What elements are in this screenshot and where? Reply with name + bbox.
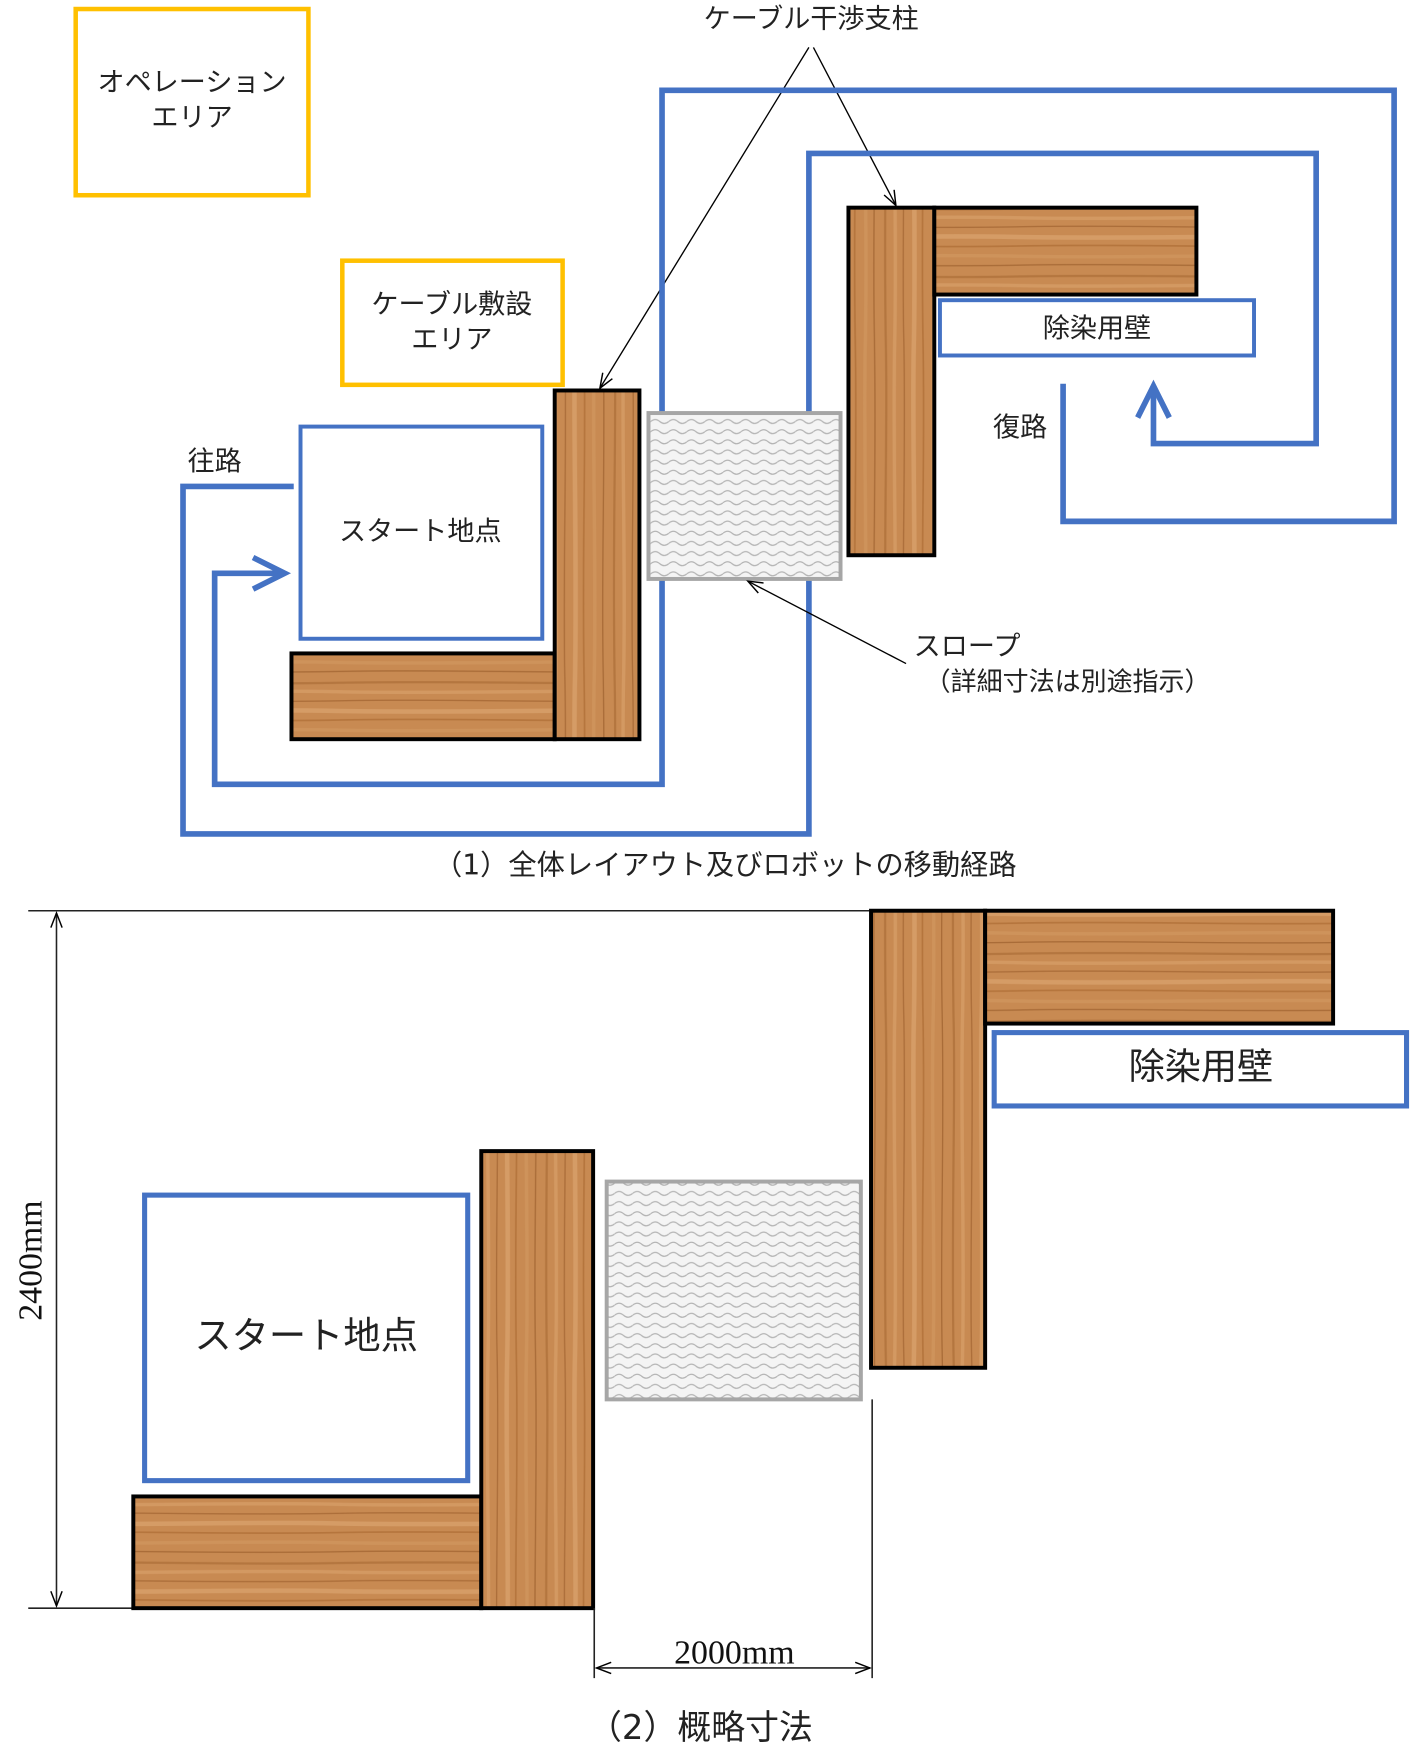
outbound-route-label: 往路 bbox=[188, 447, 242, 478]
start-point-label: スタート地点 bbox=[194, 1314, 418, 1358]
decon-wall: 除染用壁 bbox=[991, 1030, 1410, 1109]
slope-label-line1: スロープ bbox=[914, 632, 1021, 663]
left-post-vertical bbox=[552, 388, 642, 742]
section-approx-dimensions: 2400mm 除染用壁 スタート地点 2000mm （2）概略寸法 bbox=[13, 908, 1410, 1747]
left-post-vertical bbox=[479, 1149, 596, 1611]
slope-pointer bbox=[746, 580, 907, 665]
start-point: スタート地点 bbox=[142, 1192, 471, 1484]
operation-area-label-line1: オペレーション bbox=[97, 67, 286, 98]
cable-post-label: ケーブル干渉支柱 bbox=[704, 4, 919, 35]
height-dimension-label: 2400mm bbox=[13, 1200, 50, 1320]
operation-area: オペレーション エリア bbox=[73, 6, 311, 198]
left-wall-horizontal bbox=[131, 1494, 484, 1611]
section1-caption: （1）全体レイアウト及びロボットの移動経路 bbox=[434, 849, 1017, 882]
cable-laying-area-label-line1: ケーブル敷設 bbox=[371, 290, 532, 321]
cable-laying-area: ケーブル敷設 エリア bbox=[340, 258, 565, 388]
decon-wall: 除染用壁 bbox=[937, 298, 1256, 358]
cable-post-pointer-right bbox=[812, 47, 897, 208]
operation-area-label-line2: エリア bbox=[151, 102, 232, 133]
width-dimension-label: 2000mm bbox=[674, 1634, 794, 1671]
section-overall-layout: オペレーション エリア ケーブル敷設 エリア ケーブル干渉支柱 往路 復路 スタ… bbox=[73, 4, 1397, 882]
right-post-vertical bbox=[869, 908, 988, 1370]
start-point-label: スタート地点 bbox=[339, 517, 502, 548]
start-point: スタート地点 bbox=[298, 424, 545, 641]
decon-wall-label: 除染用壁 bbox=[1043, 313, 1151, 344]
return-route-label: 復路 bbox=[993, 413, 1047, 444]
decon-wall-label: 除染用壁 bbox=[1129, 1045, 1274, 1088]
slope bbox=[646, 411, 843, 581]
cable-post-pointer-left bbox=[598, 47, 810, 390]
right-wall-horizontal bbox=[983, 908, 1336, 1026]
left-wall-horizontal bbox=[289, 651, 557, 742]
cable-laying-area-label-line2: エリア bbox=[411, 325, 492, 356]
right-wall-horizontal bbox=[932, 205, 1199, 297]
right-post-vertical bbox=[846, 205, 937, 558]
slope-label-line2: （詳細寸法は別途指示） bbox=[925, 668, 1211, 698]
slope bbox=[604, 1179, 863, 1402]
cable-laying-area-box bbox=[340, 258, 565, 388]
layout-diagram: オペレーション エリア ケーブル敷設 エリア ケーブル干渉支柱 往路 復路 スタ… bbox=[13, 4, 1410, 1747]
section2-caption: （2）概略寸法 bbox=[588, 1708, 813, 1747]
